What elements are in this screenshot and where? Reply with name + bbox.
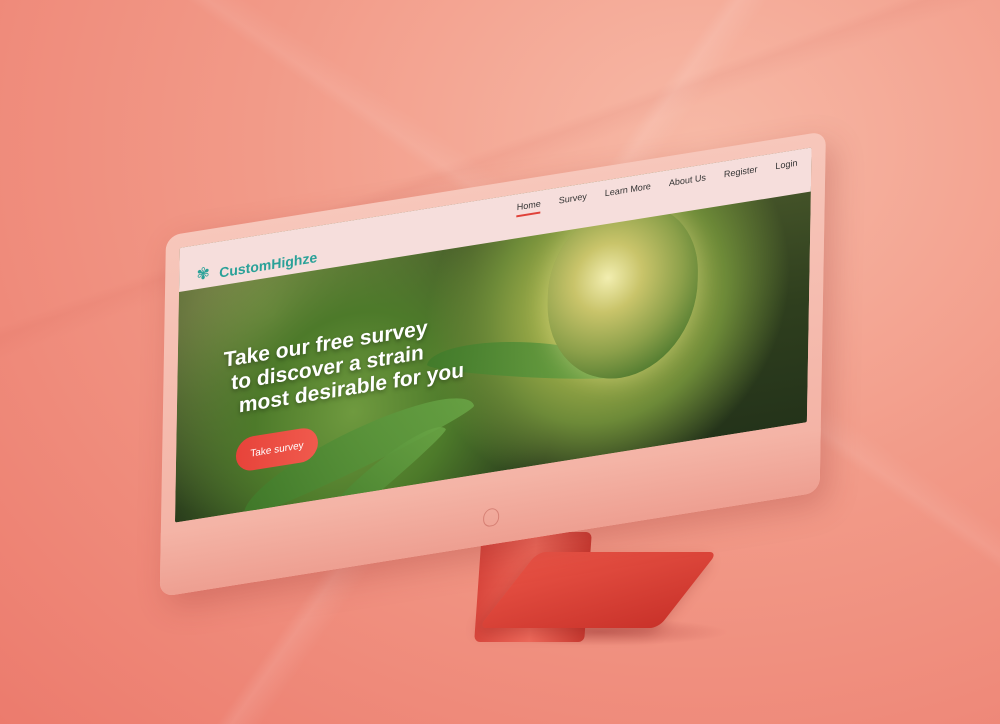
cannabis-leaf-icon: ✾ [196, 265, 211, 285]
nav-login[interactable]: Login [775, 157, 797, 176]
nav-home[interactable]: Home [517, 198, 541, 217]
monitor: ✾ CustomHighze Home Survey Learn More Ab… [159, 131, 826, 598]
nav-links: Home Survey Learn More About Us Register… [517, 157, 798, 217]
hero-headline: Take our free survey to discover a strai… [223, 301, 524, 421]
nav-survey[interactable]: Survey [559, 191, 587, 210]
apple-logo-icon [482, 507, 500, 528]
nav-register[interactable]: Register [724, 164, 758, 184]
logo-text: CustomHighze [219, 248, 318, 281]
nav-about-us[interactable]: About Us [669, 172, 706, 193]
site-navbar: ✾ CustomHighze Home Survey Learn More Ab… [178, 147, 812, 292]
nav-learn-more[interactable]: Learn More [605, 180, 651, 202]
site-logo[interactable]: ✾ CustomHighze [193, 248, 317, 286]
